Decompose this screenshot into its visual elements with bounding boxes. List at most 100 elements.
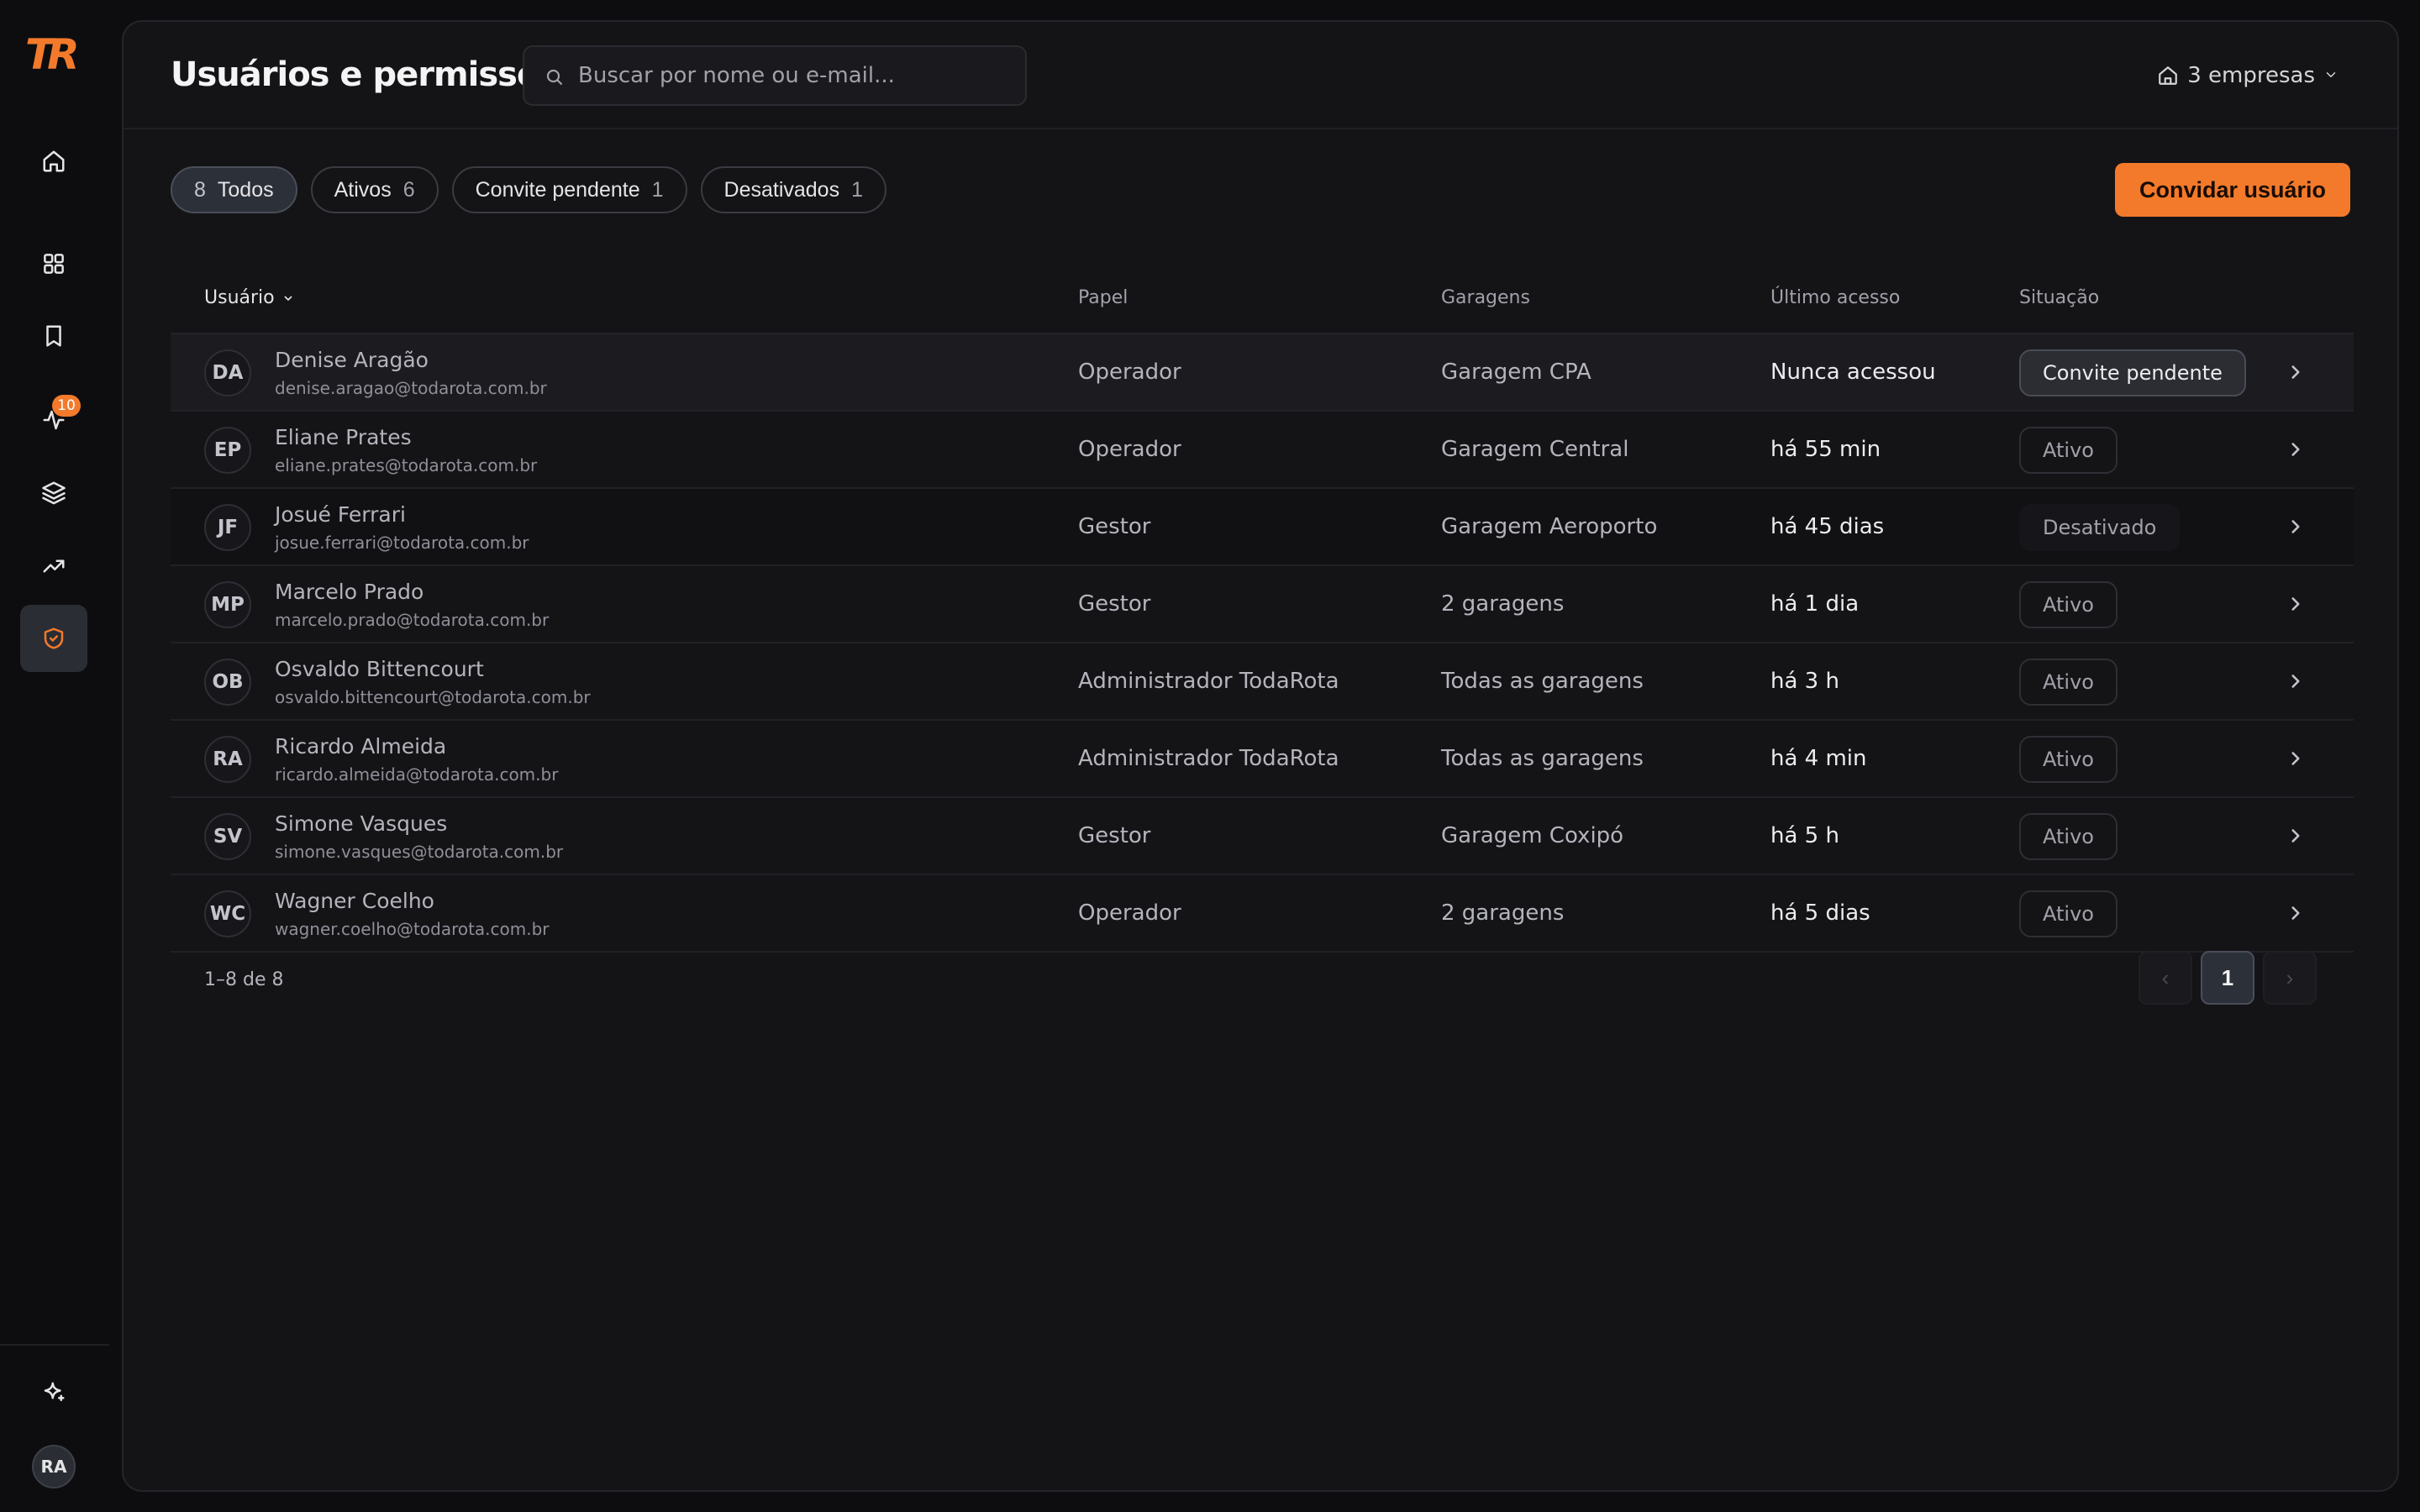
chevron-right-icon[interactable] — [2285, 748, 2307, 769]
table-row[interactable]: SV Simone Vasques simone.vasques@todarota.… — [171, 798, 2354, 875]
user-last-access: há 5 dias — [1770, 900, 1870, 926]
search-input[interactable] — [578, 47, 1015, 104]
chevron-right-icon[interactable] — [2285, 593, 2307, 615]
user-avatar: EP — [204, 427, 251, 474]
filter-count: 6 — [402, 177, 415, 202]
table-row[interactable]: MP Marcelo Prado marcelo.prado@todarota.co… — [171, 566, 2354, 643]
sidebar-divider — [0, 1344, 109, 1346]
table-row[interactable]: OB Osvaldo Bittencourt osvaldo.bittencourt… — [171, 643, 2354, 721]
main-panel: Usuários e permissões 3 empresas 8 Todos — [122, 20, 2399, 1492]
company-selector-label: 3 empresas — [2187, 63, 2315, 88]
company-selector[interactable]: 3 empresas — [2157, 59, 2338, 92]
chevron-right-icon[interactable] — [2285, 670, 2307, 692]
filter-label: Convite pendente — [475, 177, 640, 202]
search-box[interactable] — [523, 45, 1027, 106]
filter-label: Desativados — [723, 177, 840, 202]
column-header-garages: Garagens — [1441, 287, 1530, 308]
column-header-user[interactable]: Usuário — [204, 287, 295, 308]
shield-check-icon — [44, 627, 64, 649]
user-last-access: há 5 h — [1770, 823, 1839, 848]
status-badge: Ativo — [2019, 813, 2118, 860]
nav-dashboard[interactable] — [20, 230, 87, 297]
user-email: josue.ferrari@todarota.com.br — [275, 533, 529, 553]
home-icon — [2159, 66, 2178, 85]
chevron-right-icon[interactable] — [2285, 825, 2307, 847]
user-avatar: OB — [204, 659, 251, 706]
user-role: Gestor — [1078, 823, 1151, 848]
pagination-range: 1–8 de 8 — [204, 969, 284, 990]
chevron-down-icon — [2323, 63, 2338, 88]
sidebar: TR 10 RA — [0, 0, 109, 1512]
status-badge: Ativo — [2019, 581, 2118, 628]
filter-disabled[interactable]: Desativados 1 — [700, 166, 886, 213]
filter-active[interactable]: Ativos 6 — [310, 166, 439, 213]
status-badge: Ativo — [2019, 736, 2118, 783]
nav-activity[interactable]: 10 — [20, 386, 87, 454]
filter-label: Todos — [217, 177, 274, 202]
status-badge: Ativo — [2019, 427, 2118, 474]
user-avatar: SV — [204, 813, 251, 860]
user-last-access: há 3 h — [1770, 669, 1839, 694]
user-name: Simone Vasques — [275, 811, 448, 836]
filter-count: 8 — [194, 177, 206, 202]
column-header-status: Situação — [2019, 287, 2100, 308]
table-header: Usuário Papel Garagens Último acesso Sit… — [171, 259, 2354, 334]
nav-bookmarks[interactable] — [20, 302, 87, 370]
pagination: ‹ 1 › — [2139, 951, 2317, 1005]
user-email: osvaldo.bittencourt@todarota.com.br — [275, 687, 591, 707]
page-header: Usuários e permissões 3 empresas — [124, 22, 2397, 129]
user-email: marcelo.prado@todarota.com.br — [275, 610, 550, 630]
prev-page-button[interactable]: ‹ — [2139, 951, 2192, 1005]
user-garages: Todas as garagens — [1441, 669, 1644, 694]
page-button-current[interactable]: 1 — [2201, 951, 2254, 1005]
filter-count: 1 — [651, 177, 664, 202]
table-row[interactable]: JF Josué Ferrari josue.ferrari@todarota.co… — [171, 489, 2354, 566]
user-garages: 2 garagens — [1441, 900, 1565, 926]
users-table: Usuário Papel Garagens Último acesso Sit… — [171, 259, 2354, 953]
table-row[interactable]: RA Ricardo Almeida ricardo.almeida@todarot… — [171, 721, 2354, 798]
next-page-button[interactable]: › — [2263, 951, 2317, 1005]
user-email: simone.vasques@todarota.com.br — [275, 842, 564, 862]
chevron-right-icon[interactable] — [2285, 516, 2307, 538]
user-name: Ricardo Almeida — [275, 734, 447, 759]
chevron-right-icon[interactable] — [2285, 361, 2307, 383]
user-garages: Todas as garagens — [1441, 746, 1644, 771]
user-name: Marcelo Prado — [275, 580, 424, 604]
user-name: Josué Ferrari — [275, 502, 406, 527]
user-role: Operador — [1078, 360, 1181, 385]
user-avatar: DA — [204, 349, 251, 396]
user-garages: 2 garagens — [1441, 591, 1565, 617]
nav-home[interactable] — [20, 128, 87, 195]
brand-logo[interactable]: TR — [25, 34, 81, 76]
filter-all[interactable]: 8 Todos — [171, 166, 297, 213]
grid-icon — [44, 254, 64, 274]
user-role: Operador — [1078, 900, 1181, 926]
chevron-right-icon[interactable] — [2285, 902, 2307, 924]
user-name: Wagner Coelho — [275, 889, 434, 913]
column-header-last-access: Último acesso — [1770, 287, 1901, 308]
filter-pending-invite[interactable]: Convite pendente 1 — [451, 166, 687, 213]
table-row[interactable]: DA Denise Aragão denise.aragao@todarota.co… — [171, 334, 2354, 412]
nav-assistant[interactable] — [20, 1359, 87, 1426]
invite-user-button[interactable]: Convidar usuário — [2115, 163, 2350, 217]
user-garages: Garagem Coxipó — [1441, 823, 1624, 848]
table-row[interactable]: EP Eliane Prates eliane.prates@todarota.co… — [171, 412, 2354, 489]
user-avatar: WC — [204, 890, 251, 937]
nav-layers[interactable] — [20, 459, 87, 526]
user-email: ricardo.almeida@todarota.com.br — [275, 764, 559, 785]
user-avatar: MP — [204, 581, 251, 628]
user-name: Eliane Prates — [275, 425, 412, 449]
nav-reports[interactable] — [20, 533, 87, 600]
user-email: denise.aragao@todarota.com.br — [275, 378, 547, 398]
current-user-avatar[interactable]: RA — [32, 1445, 76, 1488]
status-badge: Ativo — [2019, 890, 2118, 937]
table-row[interactable]: WC Wagner Coelho wagner.coelho@todarota.co… — [171, 875, 2354, 953]
status-badge: Convite pendente — [2019, 349, 2246, 396]
filter-count: 1 — [851, 177, 863, 202]
status-filters: 8 Todos Ativos 6 Convite pendente 1 Desa… — [171, 166, 886, 215]
chevron-right-icon[interactable] — [2285, 438, 2307, 460]
user-role: Administrador TodaRota — [1078, 746, 1339, 771]
nav-permissions[interactable] — [20, 605, 87, 672]
chevron-down-icon — [284, 295, 292, 301]
user-role: Gestor — [1078, 514, 1151, 539]
